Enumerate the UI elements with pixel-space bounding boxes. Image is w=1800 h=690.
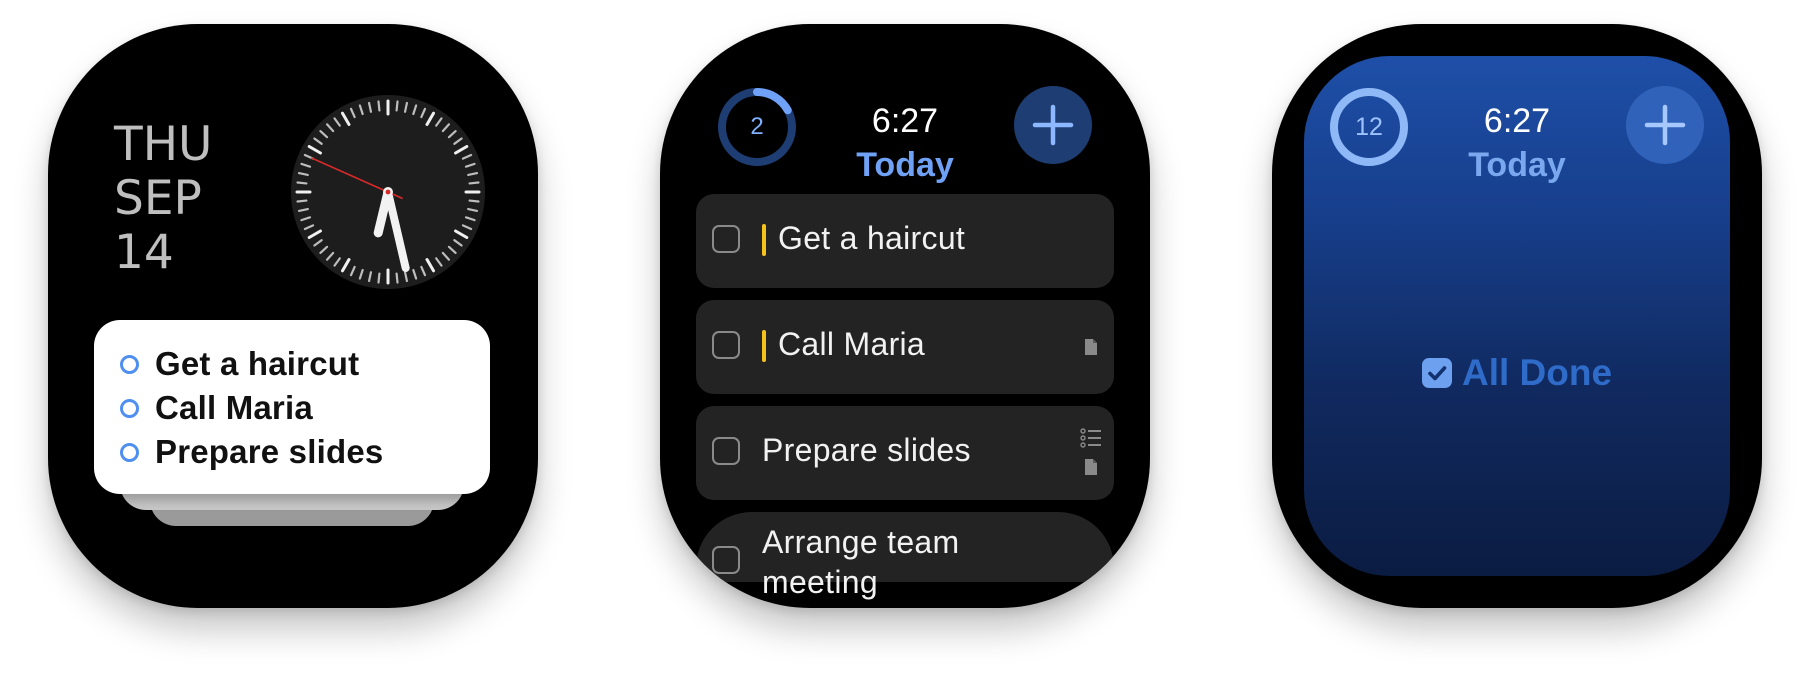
widget-task-item[interactable]: Get a haircut (120, 342, 383, 386)
add-task-button[interactable] (1014, 86, 1092, 164)
watch-all-done: 12 6:27 Today All Done (1272, 24, 1762, 608)
plus-icon (1644, 104, 1686, 146)
all-done-label: All Done (1461, 352, 1613, 393)
clock-tick (395, 272, 399, 284)
task-row[interactable]: Prepare slides (696, 406, 1114, 500)
all-done-message: All Done (1304, 352, 1730, 394)
clock-tick (377, 100, 381, 112)
analog-clock (291, 95, 485, 289)
task-circle-icon (120, 354, 139, 374)
task-label: Get a haircut (778, 220, 966, 256)
widget-task-item[interactable]: Call Maria (120, 386, 383, 430)
stage: THU SEP 14 Get a haircut Call Maria Prep… (0, 0, 1800, 690)
add-task-button[interactable] (1626, 86, 1704, 164)
clock-tick (468, 199, 480, 203)
task-checkbox[interactable] (712, 331, 740, 359)
reminders-widget[interactable]: Get a haircut Call Maria Prepare slides (94, 320, 490, 494)
note-icon (1085, 339, 1097, 355)
task-row[interactable]: Arrange team meeting (696, 512, 1114, 600)
priority-flag (762, 224, 766, 256)
task-list[interactable]: Get a haircut Call Maria Prepare slides (696, 194, 1114, 600)
watch-widget-face: THU SEP 14 Get a haircut Call Maria Prep… (48, 24, 538, 608)
task-row[interactable]: Get a haircut (696, 194, 1114, 288)
date-month: SEP (114, 171, 202, 226)
widget-task-label: Prepare slides (155, 433, 384, 470)
checkmark-icon (1421, 358, 1452, 388)
task-label: Arrange team meeting (762, 524, 960, 600)
note-icon (1085, 459, 1097, 475)
task-label: Prepare slides (762, 432, 971, 468)
task-circle-icon (120, 442, 139, 462)
task-circle-icon (120, 398, 139, 418)
clock-tick (296, 181, 308, 185)
widget-task-label: Get a haircut (155, 345, 360, 382)
date-weekday: THU (114, 117, 213, 172)
date-complication: THU SEP 14 (114, 118, 212, 280)
watch-task-list: 2 6:27 Today Get a haircut Call Maria Pr… (660, 24, 1150, 608)
plus-icon (1032, 104, 1074, 146)
task-row[interactable]: Call Maria (696, 300, 1114, 394)
all-done-screen: 12 6:27 Today All Done (1304, 56, 1730, 576)
task-label: Call Maria (778, 326, 926, 362)
task-checkbox[interactable] (712, 546, 740, 574)
widget-task-item[interactable]: Prepare slides (120, 430, 383, 474)
app-header: 2 6:27 Today (660, 24, 1150, 184)
date-day: 14 (114, 225, 174, 280)
clock-tick (468, 181, 480, 185)
clock-center-pin (385, 189, 391, 195)
task-checkbox[interactable] (712, 437, 740, 465)
clock-tick (377, 272, 381, 284)
widget-task-label: Call Maria (155, 389, 313, 426)
task-checkbox[interactable] (712, 225, 740, 253)
clock-tick (395, 100, 399, 112)
widget-task-list: Get a haircut Call Maria Prepare slides (120, 342, 383, 474)
reminders-widget-stack[interactable]: Get a haircut Call Maria Prepare slides (94, 320, 490, 560)
priority-flag (762, 330, 766, 362)
clock-tick (296, 199, 308, 203)
checklist-icon (1080, 428, 1101, 448)
